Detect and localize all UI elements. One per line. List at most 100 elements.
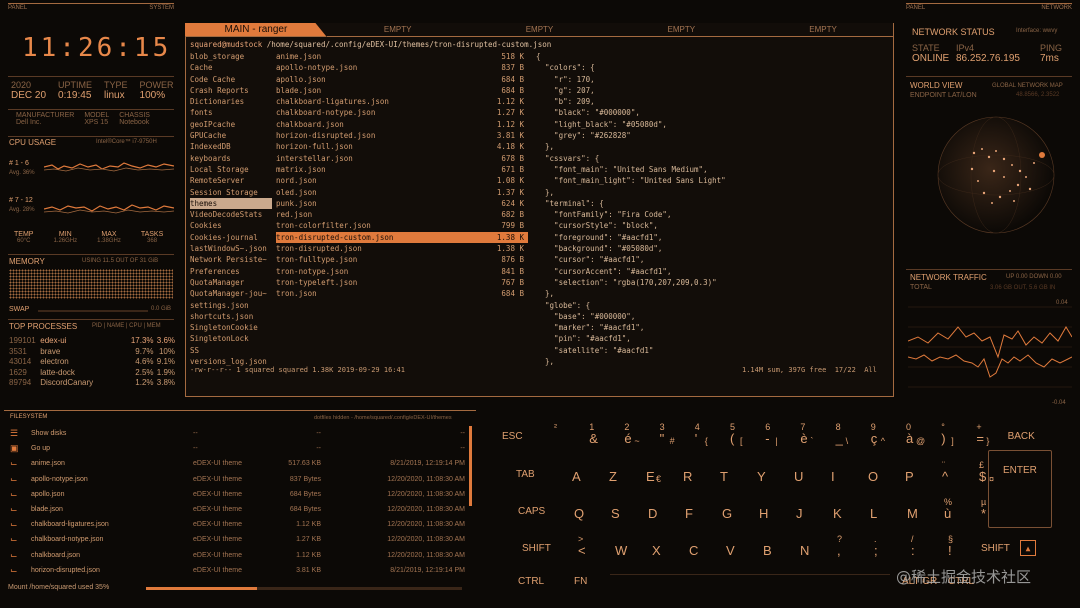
enter-key[interactable]: ENTER — [988, 450, 1052, 528]
directory-item[interactable]: Cookies — [190, 220, 272, 231]
filesystem-row[interactable]: ⌙ blade.json eDEX-UI theme 684 Bytes 12/20/2… — [10, 502, 466, 517]
directory-item[interactable]: SS — [190, 345, 272, 356]
directory-column[interactable]: blob_storage Cache Code Cache Crash Reports… — [190, 51, 272, 367]
arrow-up-icon[interactable]: ▲ — [1020, 540, 1036, 556]
key-h[interactable]: H — [749, 497, 777, 523]
directory-item[interactable]: lastWindowS~.json — [190, 243, 272, 254]
file-item[interactable]: tron-disrupted-custom.json 1.38 K — [276, 231, 528, 244]
file-column[interactable]: anime.json 518 Kapollo-notype.json 837 Bap… — [276, 51, 528, 300]
key-tab[interactable]: TAB — [510, 460, 554, 486]
directory-item[interactable]: SingletonLock — [190, 333, 272, 344]
directory-item[interactable]: fonts — [190, 107, 272, 118]
directory-item[interactable]: Network Persiste~ — [190, 254, 272, 265]
key-g[interactable]: G — [712, 497, 740, 523]
key-f[interactable]: F — [675, 497, 703, 523]
filesystem-row[interactable]: ⌙ chalkboard-notype.json eDEX-UI theme 1.27… — [10, 532, 466, 547]
filesystem-row[interactable]: ☰ Show disks -- -- -- — [10, 426, 466, 441]
file-item[interactable]: blade.json 684 B — [276, 85, 528, 96]
key-t[interactable]: T — [710, 460, 738, 486]
key-k[interactable]: K — [823, 497, 851, 523]
key-x[interactable]: X — [642, 534, 670, 560]
file-item[interactable]: tron-disrupted.json 1.38 K — [276, 243, 528, 254]
file-item[interactable]: matrix.json 671 B — [276, 164, 528, 175]
file-item[interactable]: tron.json 684 B — [276, 288, 528, 299]
process-row[interactable]: 89794 DiscordCanary 1.2% 3.8% — [9, 378, 175, 389]
key-w[interactable]: W — [605, 534, 633, 560]
directory-item[interactable]: blob_storage — [190, 51, 272, 62]
key-[interactable]: 5([ — [720, 422, 748, 448]
directory-item[interactable]: shortcuts.json — [190, 311, 272, 322]
file-item[interactable]: anime.json 518 K — [276, 51, 528, 62]
directory-item[interactable]: VideoDecodeStats — [190, 209, 272, 220]
key-[interactable]: ¨ ^ — [932, 460, 960, 486]
key-j[interactable]: J — [786, 497, 814, 523]
directory-item[interactable]: Preferences — [190, 266, 272, 277]
key-r[interactable]: R — [673, 460, 701, 486]
file-item[interactable]: red.json 682 B — [276, 209, 528, 220]
file-item[interactable]: apollo-notype.json 837 B — [276, 62, 528, 73]
directory-item[interactable]: Cache — [190, 62, 272, 73]
key-[interactable]: 9 ç ^ — [861, 422, 889, 448]
file-item[interactable]: horizon-full.json 4.18 K — [276, 141, 528, 152]
key-[interactable]: /: — [901, 534, 929, 560]
filesystem-row[interactable]: ⌙ chalkboard-ligatures.json eDEX-UI theme 1… — [10, 517, 466, 532]
file-item[interactable]: punk.json 624 K — [276, 198, 528, 209]
directory-item[interactable]: Code Cache — [190, 74, 272, 85]
directory-item[interactable]: RemoteServer — [190, 175, 272, 186]
key-[interactable]: ?, — [827, 534, 855, 560]
tab-main[interactable]: MAIN - ranger — [185, 23, 327, 37]
key-[interactable]: > < — [568, 534, 596, 560]
key-i[interactable]: I — [821, 460, 849, 486]
key-e[interactable]: E € — [636, 460, 664, 486]
key-o[interactable]: O — [858, 460, 886, 486]
key-[interactable]: °)] — [931, 422, 959, 448]
directory-item[interactable]: Crash Reports — [190, 85, 272, 96]
key-s[interactable]: S — [601, 497, 629, 523]
filesystem-row[interactable]: ⌙ apollo.json eDEX-UI theme 684 Bytes 12/20/… — [10, 487, 466, 502]
key-[interactable]: .; — [864, 534, 892, 560]
globe[interactable] — [934, 105, 1058, 245]
key-[interactable]: 7 è ` — [790, 422, 818, 448]
tab-empty-2[interactable]: EMPTY — [468, 23, 611, 37]
directory-item[interactable]: QuotaManager — [190, 277, 272, 288]
filesystem-row[interactable]: ⌙ horizon-disrupted.json eDEX-UI theme 3.81… — [10, 563, 466, 578]
filesystem-row[interactable]: ▣ Go up -- -- -- — [10, 441, 466, 456]
key-back[interactable]: BACK — [1002, 422, 1046, 448]
key-[interactable]: 1 & — [579, 422, 607, 448]
key-[interactable]: 4 '{ — [685, 422, 713, 448]
process-row[interactable]: 3531 brave 9.7% 10% — [9, 347, 175, 358]
key-[interactable]: §! — [938, 534, 966, 560]
directory-item[interactable]: Session Storage — [190, 187, 272, 198]
directory-item[interactable]: Local Storage — [190, 164, 272, 175]
key-[interactable]: 6- | — [755, 422, 783, 448]
directory-item[interactable]: SingletonCookie — [190, 322, 272, 333]
file-item[interactable]: tron-colorfilter.json 799 B — [276, 220, 528, 231]
file-item[interactable]: apollo.json 684 B — [276, 74, 528, 85]
file-item[interactable]: oled.json 1.37 K — [276, 187, 528, 198]
directory-item[interactable]: Cookies-journal — [190, 232, 272, 243]
spacebar[interactable] — [610, 574, 890, 596]
tab-empty-3[interactable]: EMPTY — [610, 23, 753, 37]
filesystem-row[interactable]: ⌙ chalkboard.json eDEX-UI theme 1.12 KB 12/2… — [10, 548, 466, 563]
key-shift[interactable]: SHIFT — [516, 534, 560, 560]
process-row[interactable]: 199101 edex-ui 17.3% 3.6% — [9, 336, 175, 347]
file-item[interactable]: chalkboard-ligatures.json 1.12 K — [276, 96, 528, 107]
key-fn[interactable]: FN — [574, 576, 587, 587]
key-blank[interactable]: ² — [544, 422, 572, 448]
key-y[interactable]: Y — [747, 460, 775, 486]
directory-item[interactable]: Dictionaries — [190, 96, 272, 107]
directory-item[interactable]: themes — [190, 197, 272, 210]
key-d[interactable]: D — [638, 497, 666, 523]
key-[interactable]: + =} — [966, 422, 994, 448]
filesystem-scrollbar[interactable] — [469, 426, 472, 506]
file-item[interactable]: chalkboard-notype.json 1.27 K — [276, 107, 528, 118]
key-v[interactable]: V — [716, 534, 744, 560]
tab-empty-4[interactable]: EMPTY — [752, 23, 894, 37]
file-item[interactable]: interstellar.json 678 B — [276, 153, 528, 164]
key-l[interactable]: L — [860, 497, 888, 523]
key-p[interactable]: P — [895, 460, 923, 486]
key-caps[interactable]: CAPS — [512, 497, 556, 523]
key-[interactable]: 2 é ~ — [614, 422, 642, 448]
filesystem-row[interactable]: ⌙ anime.json eDEX-UI theme 517.63 KB 8/21/20… — [10, 456, 466, 471]
key-ctrl[interactable]: CTRL — [518, 576, 544, 587]
